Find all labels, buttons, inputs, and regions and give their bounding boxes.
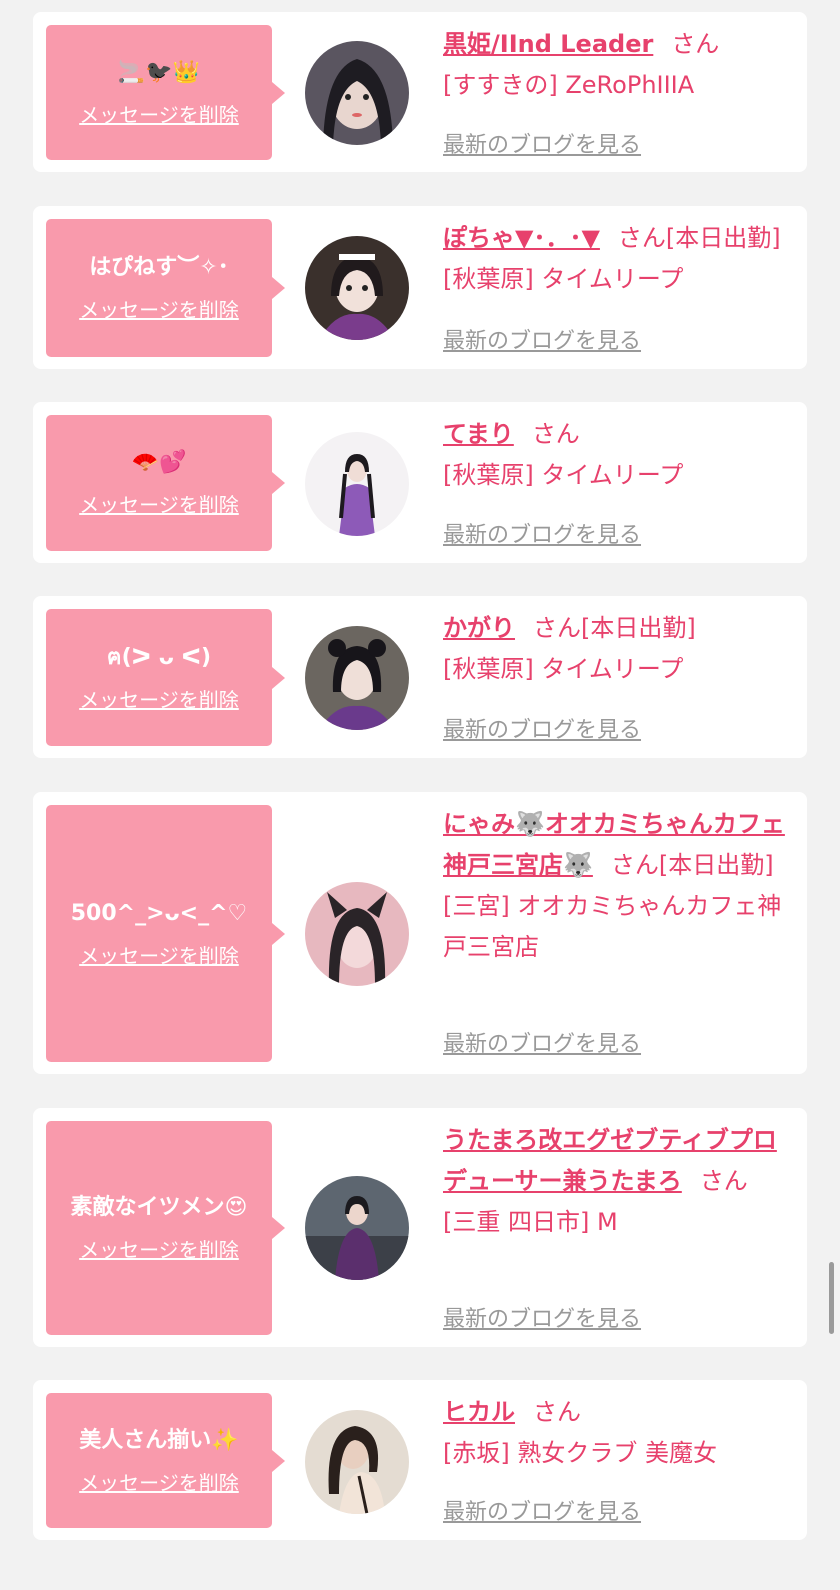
message-text: 🪭💕: [131, 450, 187, 475]
message-card: 🪭💕 メッセージを削除 てまり さん [秋葉原] タイムリープ 最新のブログを見る: [33, 402, 807, 563]
message-bubble: 美人さん揃い✨ メッセージを削除: [46, 1393, 285, 1528]
message-bubble: 500^_>ᴗ<_^♡ メッセージを削除: [46, 805, 285, 1062]
avatar[interactable]: [305, 1410, 409, 1514]
message-card: はぴねす︶✧･ メッセージを削除 ぽちゃ▼･．･▼ さん[本日出勤] [秋葉原] …: [33, 206, 807, 369]
cast-name-link[interactable]: ヒカル: [443, 1398, 515, 1426]
latest-blog-link[interactable]: 最新のブログを見る: [443, 127, 641, 159]
message-text: 500^_>ᴗ<_^♡: [70, 900, 248, 926]
scrollbar[interactable]: [829, 1262, 834, 1334]
latest-blog-link[interactable]: 最新のブログを見る: [443, 1494, 641, 1526]
cast-info: 黒姫/IInd Leader さん [すすきの] ZeRoPhIIIA: [443, 24, 793, 106]
delete-message-link[interactable]: メッセージを削除: [79, 297, 239, 323]
message-bubble: 🪭💕 メッセージを削除: [46, 415, 285, 551]
latest-blog-link[interactable]: 最新のブログを見る: [443, 517, 641, 549]
shop-location: [三宮] オオカミちゃんカフェ神戸三宮店: [443, 892, 782, 961]
avatar[interactable]: [305, 882, 409, 986]
message-bubble: はぴねす︶✧･ メッセージを削除: [46, 219, 285, 357]
avatar[interactable]: [305, 41, 409, 145]
cast-info: かがり さん[本日出勤] [秋葉原] タイムリープ: [443, 608, 793, 690]
honorific: さん: [533, 1398, 581, 1426]
cast-info: ぽちゃ▼･．･▼ さん[本日出勤] [秋葉原] タイムリープ: [443, 218, 793, 300]
honorific: さん: [531, 420, 580, 448]
delete-message-link[interactable]: メッセージを削除: [79, 687, 239, 713]
avatar[interactable]: [305, 236, 409, 340]
message-text: ฅ(ᐳ ᴗ ᐸ): [106, 644, 212, 670]
shop-location: [三重 四日市] M: [443, 1208, 618, 1236]
message-bubble: ฅ(ᐳ ᴗ ᐸ) メッセージを削除: [46, 609, 285, 746]
shop-location: [すすきの] ZeRoPhIIIA: [443, 71, 695, 99]
cast-name-link[interactable]: てまり: [443, 420, 514, 448]
avatar[interactable]: [305, 626, 409, 730]
message-bubble: 🚬🐦‍⬛👑 メッセージを削除: [46, 25, 285, 160]
message-card: ฅ(ᐳ ᴗ ᐸ) メッセージを削除 かがり さん[本日出勤] [秋葉原] タイムリ…: [33, 596, 807, 758]
avatar[interactable]: [305, 432, 409, 536]
delete-message-link[interactable]: メッセージを削除: [79, 1237, 239, 1263]
message-text: 美人さん揃い✨: [79, 1427, 239, 1453]
working-today-label: [本日出勤]: [665, 224, 781, 252]
avatar[interactable]: [305, 1176, 409, 1280]
message-card: 🚬🐦‍⬛👑 メッセージを削除 黒姫/IInd Leader さん [すすきの] Z…: [33, 12, 807, 172]
delete-message-link[interactable]: メッセージを削除: [79, 943, 239, 969]
message-card: 素敵なイツメン😍 メッセージを削除 うたまろ改エグゼブティブプロデューサー兼うた…: [33, 1108, 807, 1347]
message-card: 美人さん揃い✨ メッセージを削除 ヒカル さん [赤坂] 熟女クラブ 美魔女 最新…: [33, 1380, 807, 1540]
message-text: 🚬🐦‍⬛👑: [117, 59, 201, 85]
latest-blog-link[interactable]: 最新のブログを見る: [443, 1026, 641, 1058]
message-text: 素敵なイツメン😍: [70, 1195, 248, 1220]
honorific: さん: [699, 1167, 748, 1195]
honorific: さん: [533, 614, 581, 642]
honorific: さん: [617, 224, 666, 252]
shop-location: [赤坂] 熟女クラブ 美魔女: [443, 1439, 717, 1467]
cast-info: ヒカル さん [赤坂] 熟女クラブ 美魔女: [443, 1392, 793, 1474]
cast-info: てまり さん [秋葉原] タイムリープ: [443, 414, 793, 496]
latest-blog-link[interactable]: 最新のブログを見る: [443, 1301, 641, 1333]
cast-name-link[interactable]: ぽちゃ▼･．･▼: [443, 224, 600, 252]
message-text: はぴねす︶✧･: [89, 255, 229, 280]
message-card: 500^_>ᴗ<_^♡ メッセージを削除 にゃみ🐺オオカミちゃんカフェ神戸三宮店…: [33, 792, 807, 1074]
delete-message-link[interactable]: メッセージを削除: [79, 492, 239, 518]
shop-location: [秋葉原] タイムリープ: [443, 655, 684, 683]
shop-location: [秋葉原] タイムリープ: [443, 461, 684, 489]
latest-blog-link[interactable]: 最新のブログを見る: [443, 712, 641, 744]
delete-message-link[interactable]: メッセージを削除: [79, 102, 239, 128]
working-today-label: [本日出勤]: [658, 851, 774, 879]
message-bubble: 素敵なイツメン😍 メッセージを削除: [46, 1121, 285, 1335]
cast-info: にゃみ🐺オオカミちゃんカフェ神戸三宮店🐺 さん[本日出勤] [三宮] オオカミちゃ…: [443, 804, 793, 968]
honorific: さん: [671, 30, 720, 58]
latest-blog-link[interactable]: 最新のブログを見る: [443, 323, 641, 355]
delete-message-link[interactable]: メッセージを削除: [79, 1470, 239, 1496]
shop-location: [秋葉原] タイムリープ: [443, 265, 684, 293]
cast-name-link[interactable]: 黒姫/IInd Leader: [443, 30, 653, 58]
cast-name-link[interactable]: かがり: [443, 614, 515, 642]
cast-info: うたまろ改エグゼブティブプロデューサー兼うたまろ さん [三重 四日市] M: [443, 1120, 793, 1243]
working-today-label: [本日出勤]: [581, 614, 696, 642]
honorific: さん: [610, 851, 659, 879]
